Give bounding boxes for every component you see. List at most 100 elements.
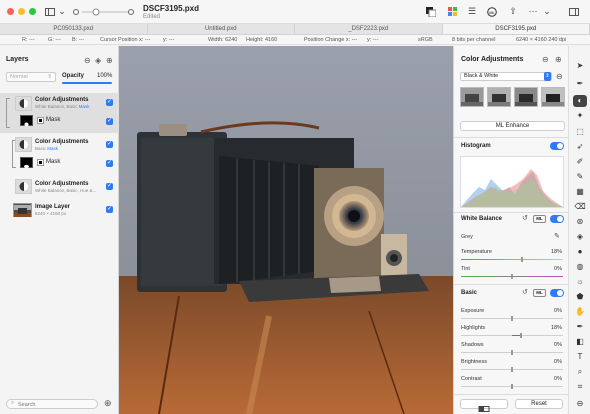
ml-icon[interactable]: ML (486, 5, 498, 18)
arrow-tool-icon[interactable]: ➤ (573, 60, 587, 72)
layer-row-selected[interactable]: Color Adjustments White Balance, Basic M… (0, 93, 119, 133)
preset-thumbnail[interactable] (487, 87, 511, 107)
slider-knob[interactable] (511, 384, 513, 389)
shapes-tool-icon[interactable]: ◧ (573, 336, 587, 348)
histogram-toggle[interactable] (550, 142, 564, 150)
shadows-slider[interactable] (461, 350, 563, 355)
tab-document[interactable]: Untitled.pxd (148, 24, 295, 34)
ml-badge-button[interactable]: ML (533, 289, 546, 297)
layers-stack-icon[interactable]: ◈ (95, 56, 101, 65)
layers-search-field[interactable]: ⌕ (6, 399, 98, 409)
more-icon[interactable]: ⋯ (526, 5, 540, 18)
tab-document[interactable]: _DSF2223.pxd (295, 24, 443, 34)
opacity-value[interactable]: 100% (97, 73, 112, 79)
zoom-window-button[interactable] (29, 8, 36, 15)
tint-value[interactable]: 0% (554, 266, 562, 272)
brightness-value[interactable]: 0% (554, 359, 562, 365)
shape-tool-icon[interactable]: ⬟ (573, 291, 587, 303)
tint-slider[interactable] (461, 274, 563, 279)
layer-row[interactable]: Color Adjustments White Balance, Basic, … (0, 177, 119, 197)
slider-knob[interactable] (511, 367, 513, 372)
mask-link[interactable]: Mask (47, 146, 58, 151)
text-tool-icon[interactable]: T (573, 351, 587, 363)
white-balance-toggle[interactable] (550, 215, 564, 223)
share-icon[interactable]: ⇧ (507, 5, 519, 18)
layer-visibility-checkbox[interactable]: ✓ (106, 160, 113, 167)
chevron-down-icon[interactable]: ⌄ (58, 5, 66, 18)
blur-tool-icon[interactable]: ● (573, 246, 587, 258)
basic-toggle[interactable] (550, 289, 564, 297)
add-icon[interactable]: ⊕ (104, 398, 112, 409)
chevron-down-icon[interactable]: ⌄ (543, 5, 551, 18)
search-input[interactable] (18, 401, 93, 408)
exposure-value[interactable]: 0% (554, 308, 562, 314)
add-icon[interactable]: ⊕ (555, 55, 562, 64)
image-canvas[interactable] (119, 46, 453, 414)
crop-tool-icon[interactable]: ⌗ (573, 381, 587, 393)
blend-mode-select[interactable]: Normal ⇕ (6, 72, 56, 82)
hand-tool-icon[interactable]: ✋ (573, 306, 587, 318)
close-window-button[interactable] (7, 8, 14, 15)
brush-tool-icon[interactable]: ✐ (573, 156, 587, 168)
layer-visibility-checkbox[interactable]: ✓ (106, 118, 113, 125)
ml-enhance-button[interactable]: ML Enhance (460, 121, 565, 131)
lasso-tool-icon[interactable]: ➶ (573, 141, 587, 153)
slider-knob[interactable] (521, 257, 523, 262)
ml-badge-button[interactable]: ML (533, 215, 546, 223)
vector-pen-icon[interactable]: ✒ (573, 321, 587, 333)
more-tools-icon[interactable]: ⊖ (573, 398, 587, 410)
sidebar-toggle-icon[interactable] (44, 5, 56, 18)
preset-thumbnail[interactable] (460, 87, 484, 107)
inspector-toggle-icon[interactable] (568, 5, 580, 18)
temperature-slider[interactable] (461, 257, 563, 262)
sun-tool-icon[interactable]: ☼ (573, 276, 587, 288)
remove-preset-icon[interactable]: ⊖ (556, 72, 563, 81)
exposure-slider[interactable] (461, 316, 563, 321)
preset-select[interactable]: Black & White ⇕ (460, 72, 552, 81)
layer-row[interactable]: Image Layer 6240 × 4160 px ✓ (0, 200, 119, 220)
opacity-slider[interactable] (62, 82, 112, 84)
reset-icon[interactable]: ↺ (522, 288, 528, 296)
tab-document[interactable]: PC050133.pxd (0, 24, 148, 34)
highlights-slider[interactable] (461, 333, 563, 338)
slider-knob[interactable] (511, 274, 513, 279)
slider-knob[interactable] (511, 316, 513, 321)
contrast-slider[interactable] (461, 384, 563, 389)
contrast-value[interactable]: 0% (554, 376, 562, 382)
clone-tool-icon[interactable]: ⊛ (573, 216, 587, 228)
add-layer-icon[interactable]: ⊕ (106, 56, 113, 65)
zoom-slider[interactable] (72, 5, 134, 18)
brightness-slider[interactable] (461, 367, 563, 372)
layer-visibility-checkbox[interactable]: ✓ (106, 206, 113, 213)
marquee-tool-icon[interactable]: ⬚ (573, 126, 587, 138)
gradient-tool-icon[interactable]: ▦ (573, 186, 587, 198)
pen-tool-icon[interactable]: ✒ (573, 78, 587, 90)
layer-visibility-checkbox[interactable]: ✓ (106, 99, 113, 106)
sponge-tool-icon[interactable]: ◍ (573, 261, 587, 273)
color-swatch-icon[interactable] (425, 5, 437, 18)
slider-knob[interactable] (520, 333, 522, 338)
shadows-value[interactable]: 0% (554, 342, 562, 348)
temperature-value[interactable]: 18% (551, 249, 562, 255)
remove-layer-icon[interactable]: ⊖ (84, 56, 91, 65)
preset-thumbnail[interactable] (514, 87, 538, 107)
tab-document-active[interactable]: DSCF3195.pxd (442, 24, 590, 34)
minimize-window-button[interactable] (18, 8, 25, 15)
slider-knob[interactable] (511, 350, 513, 355)
colors-icon[interactable] (446, 5, 458, 18)
color-adjust-tool-icon[interactable]: ◐ (573, 95, 587, 107)
compare-button[interactable] (460, 399, 508, 412)
remove-icon[interactable]: ⊖ (542, 55, 549, 64)
eyedropper-icon[interactable]: ✎ (554, 232, 560, 240)
reset-icon[interactable]: ↺ (522, 214, 528, 222)
bucket-tool-icon[interactable]: ◈ (573, 231, 587, 243)
adjust-icon[interactable]: ☰ (466, 5, 478, 18)
highlights-value[interactable]: 18% (551, 325, 562, 331)
eraser-tool-icon[interactable]: ⌫ (573, 201, 587, 213)
preset-thumbnail[interactable] (541, 87, 565, 107)
magic-wand-icon[interactable]: ✦ (573, 110, 587, 122)
layer-visibility-checkbox[interactable]: ✓ (106, 141, 113, 148)
mask-link[interactable]: Mask (79, 104, 90, 109)
layer-row[interactable]: Color Adjustments Basic Mask ✓ Mask ✓ (0, 135, 119, 175)
reset-button[interactable]: Reset (515, 399, 563, 409)
